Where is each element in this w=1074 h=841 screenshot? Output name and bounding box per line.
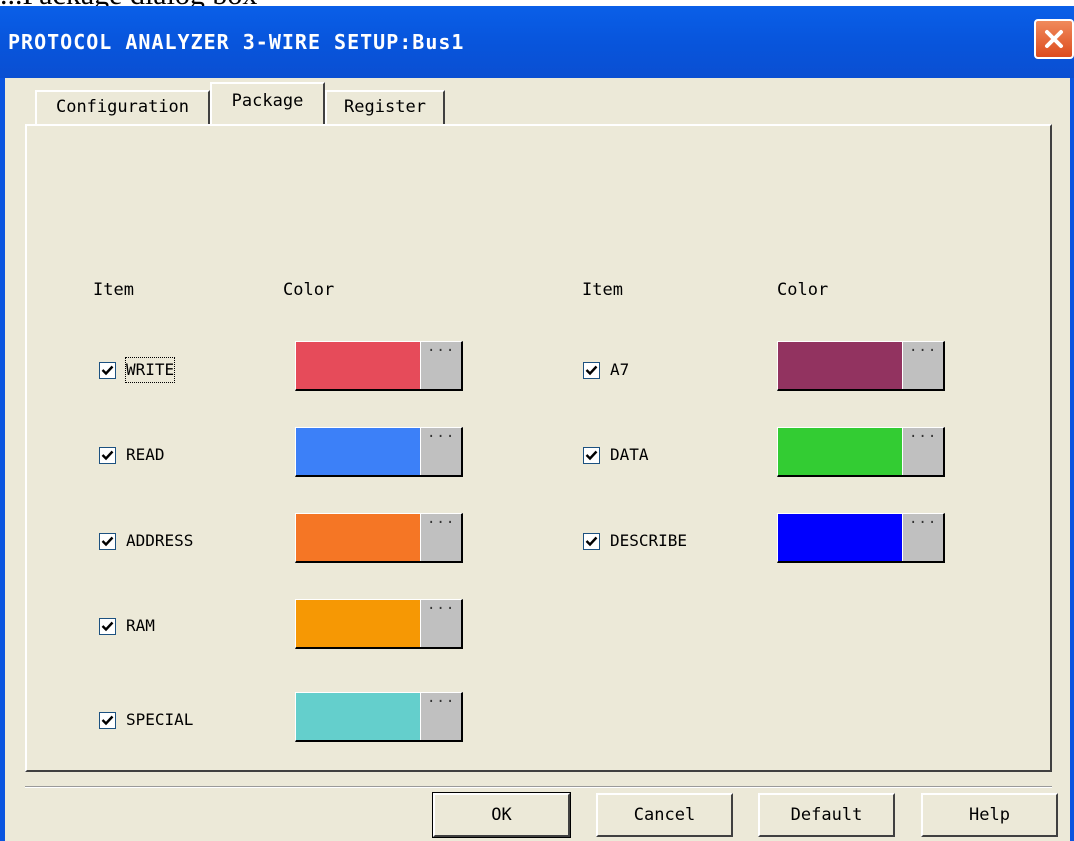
data-label: DATA [610, 445, 649, 464]
read-color-browse-button[interactable]: ··· [420, 428, 461, 475]
item-row-special: SPECIAL [99, 708, 193, 732]
ellipsis-icon: ··· [427, 343, 456, 359]
item-row-read: READ [99, 443, 165, 467]
item-row-ram: RAM [99, 614, 155, 638]
describe-checkbox[interactable] [583, 532, 600, 550]
a7-color-swatch[interactable] [778, 342, 902, 389]
dialog-window: PROTOCOL ANALYZER 3-WIRE SETUP:Bus1 Conf… [0, 6, 1074, 841]
tab-package[interactable]: Package [210, 82, 325, 124]
read-color-swatch[interactable] [296, 428, 420, 475]
ellipsis-icon: ··· [909, 429, 938, 445]
checkmark-icon [101, 450, 114, 460]
ellipsis-icon: ··· [427, 601, 456, 617]
ellipsis-icon: ··· [909, 343, 938, 359]
a7-label: A7 [610, 360, 630, 379]
ellipsis-icon: ··· [427, 694, 456, 710]
item-row-a7: A7 [583, 358, 629, 382]
checkmark-icon [585, 450, 598, 460]
help-button[interactable]: Help [921, 793, 1058, 837]
right-color-header: Color [777, 280, 829, 300]
item-row-address: ADDRESS [99, 529, 193, 553]
read-color-picker[interactable]: ··· [295, 427, 463, 477]
describe-color-browse-button[interactable]: ··· [902, 514, 943, 561]
checkmark-icon [101, 621, 114, 631]
item-row-write: WRITE [99, 357, 176, 383]
ellipsis-icon: ··· [427, 515, 456, 531]
read-label: READ [126, 445, 165, 464]
describe-color-picker[interactable]: ··· [777, 513, 945, 563]
checkmark-icon [585, 536, 598, 546]
special-checkbox[interactable] [99, 711, 116, 729]
data-checkbox[interactable] [583, 446, 600, 464]
write-color-picker[interactable]: ··· [295, 341, 463, 391]
cancel-button[interactable]: Cancel [596, 793, 733, 837]
right-item-header: Item [582, 280, 623, 300]
tab-configuration[interactable]: Configuration [35, 90, 210, 124]
ram-color-picker[interactable]: ··· [295, 599, 463, 649]
left-item-header: Item [93, 280, 134, 300]
write-color-browse-button[interactable]: ··· [420, 342, 461, 389]
checkmark-icon [101, 365, 114, 375]
data-color-browse-button[interactable]: ··· [902, 428, 943, 475]
ram-label: RAM [126, 616, 155, 635]
write-color-swatch[interactable] [296, 342, 420, 389]
special-color-picker[interactable]: ··· [295, 692, 463, 742]
tab-register[interactable]: Register [325, 90, 445, 124]
ellipsis-icon: ··· [427, 429, 456, 445]
describe-label: DESCRIBE [610, 531, 688, 550]
address-color-picker[interactable]: ··· [295, 513, 463, 563]
special-color-browse-button[interactable]: ··· [420, 693, 461, 740]
item-row-data: DATA [583, 443, 649, 467]
ok-button[interactable]: OK [432, 792, 571, 838]
close-button[interactable] [1034, 19, 1074, 59]
ram-color-browse-button[interactable]: ··· [420, 600, 461, 647]
data-color-picker[interactable]: ··· [777, 427, 945, 477]
checkmark-icon [585, 365, 598, 375]
default-button[interactable]: Default [758, 793, 895, 837]
read-checkbox[interactable] [99, 446, 116, 464]
data-color-swatch[interactable] [778, 428, 902, 475]
write-label[interactable]: WRITE [124, 357, 176, 383]
a7-color-picker[interactable]: ··· [777, 341, 945, 391]
ellipsis-icon: ··· [909, 515, 938, 531]
address-label: ADDRESS [126, 531, 194, 550]
address-color-swatch[interactable] [296, 514, 420, 561]
button-divider [25, 786, 1052, 788]
item-row-describe: DESCRIBE [583, 529, 687, 553]
a7-checkbox[interactable] [583, 361, 600, 379]
a7-color-browse-button[interactable]: ··· [902, 342, 943, 389]
write-checkbox[interactable] [99, 361, 116, 379]
ram-color-swatch[interactable] [296, 600, 420, 647]
package-tab-panel: Item Color Item Color WRITE ··· READ ···… [25, 124, 1052, 772]
describe-color-swatch[interactable] [778, 514, 902, 561]
checkmark-icon [101, 536, 114, 546]
address-checkbox[interactable] [99, 532, 116, 550]
ram-checkbox[interactable] [99, 617, 116, 635]
close-icon [1045, 30, 1063, 48]
title-bar[interactable]: PROTOCOL ANALYZER 3-WIRE SETUP:Bus1 [0, 6, 1074, 78]
special-color-swatch[interactable] [296, 693, 420, 740]
window-title: PROTOCOL ANALYZER 3-WIRE SETUP:Bus1 [8, 30, 465, 54]
left-color-header: Color [283, 280, 335, 300]
checkmark-icon [101, 715, 114, 725]
dialog-client-area: Configuration Package Register Item Colo… [5, 78, 1070, 841]
address-color-browse-button[interactable]: ··· [420, 514, 461, 561]
special-label: SPECIAL [126, 710, 194, 729]
